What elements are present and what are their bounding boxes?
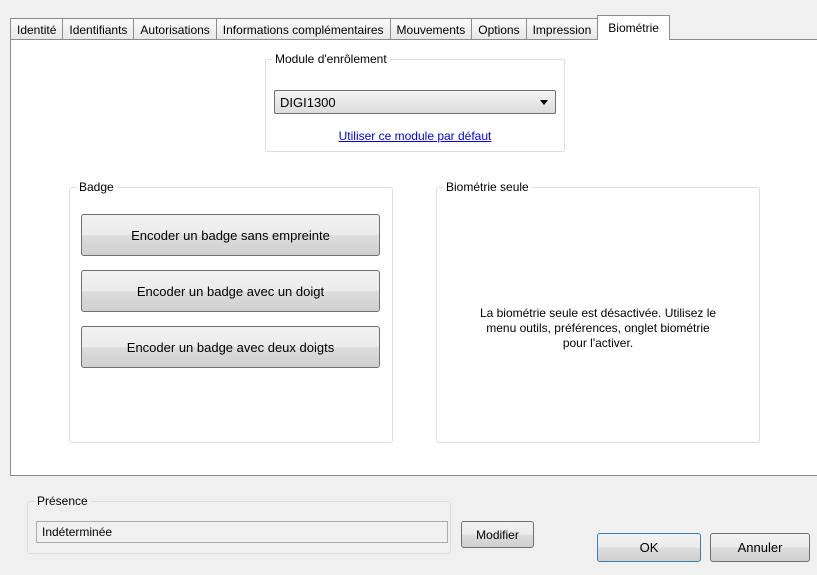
badge-legend: Badge (79, 180, 114, 194)
enrollment-module-select[interactable]: DIGI1300 (274, 90, 556, 114)
enrollment-module-group: Module d'enrôlement DIGI1300 Utiliser ce… (265, 52, 565, 152)
tab-biometrie[interactable]: Biométrie (597, 15, 670, 40)
ok-button[interactable]: OK (597, 533, 701, 562)
presence-status-field: Indéterminée (36, 521, 448, 543)
encode-badge-two-fingers-button[interactable]: Encoder un badge avec deux doigts (81, 326, 380, 368)
tab-mouvements[interactable]: Mouvements (389, 18, 473, 40)
modify-presence-button[interactable]: Modifier (461, 521, 534, 548)
tab-options[interactable]: Options (471, 18, 527, 40)
tab-autorisations[interactable]: Autorisations (133, 18, 217, 40)
use-default-module-link[interactable]: Utiliser ce module par défaut (266, 129, 564, 143)
dropdown-arrow-icon (540, 100, 548, 105)
biometry-only-legend: Biométrie seule (446, 180, 529, 194)
encode-badge-one-finger-button[interactable]: Encoder un badge avec un doigt (81, 270, 380, 312)
tab-impression[interactable]: Impression (525, 18, 599, 40)
tab-informations-complementaires[interactable]: Informations complémentaires (215, 18, 391, 40)
message-line: La biométrie seule est désactivée. Utili… (479, 306, 717, 320)
badge-group: Badge Encoder un badge sans empreinte En… (69, 180, 393, 443)
enrollment-module-legend: Module d'enrôlement (275, 52, 387, 66)
enrollment-module-selected-value: DIGI1300 (280, 94, 336, 110)
biometry-only-group: Biométrie seule La biométrie seule est d… (436, 180, 760, 443)
message-line: menu outils, préférences, onglet biométr… (486, 321, 710, 335)
biometrie-tab-panel: Module d'enrôlement DIGI1300 Utiliser ce… (10, 39, 817, 476)
presence-group: Présence Indéterminée (27, 494, 451, 554)
encode-badge-no-fingerprint-button[interactable]: Encoder un badge sans empreinte (81, 214, 380, 256)
presence-legend: Présence (37, 494, 88, 508)
message-line: pour l'activer. (562, 336, 634, 350)
tab-identite[interactable]: Identité (10, 18, 64, 40)
cancel-button[interactable]: Annuler (710, 533, 810, 562)
biometry-disabled-message: La biométrie seule est désactivée. Utili… (437, 306, 759, 351)
tab-identifiants[interactable]: Identifiants (62, 18, 135, 40)
tab-strip: Identité Identifiants Autorisations Info… (10, 15, 670, 40)
presence-status-value: Indéterminée (42, 525, 113, 539)
